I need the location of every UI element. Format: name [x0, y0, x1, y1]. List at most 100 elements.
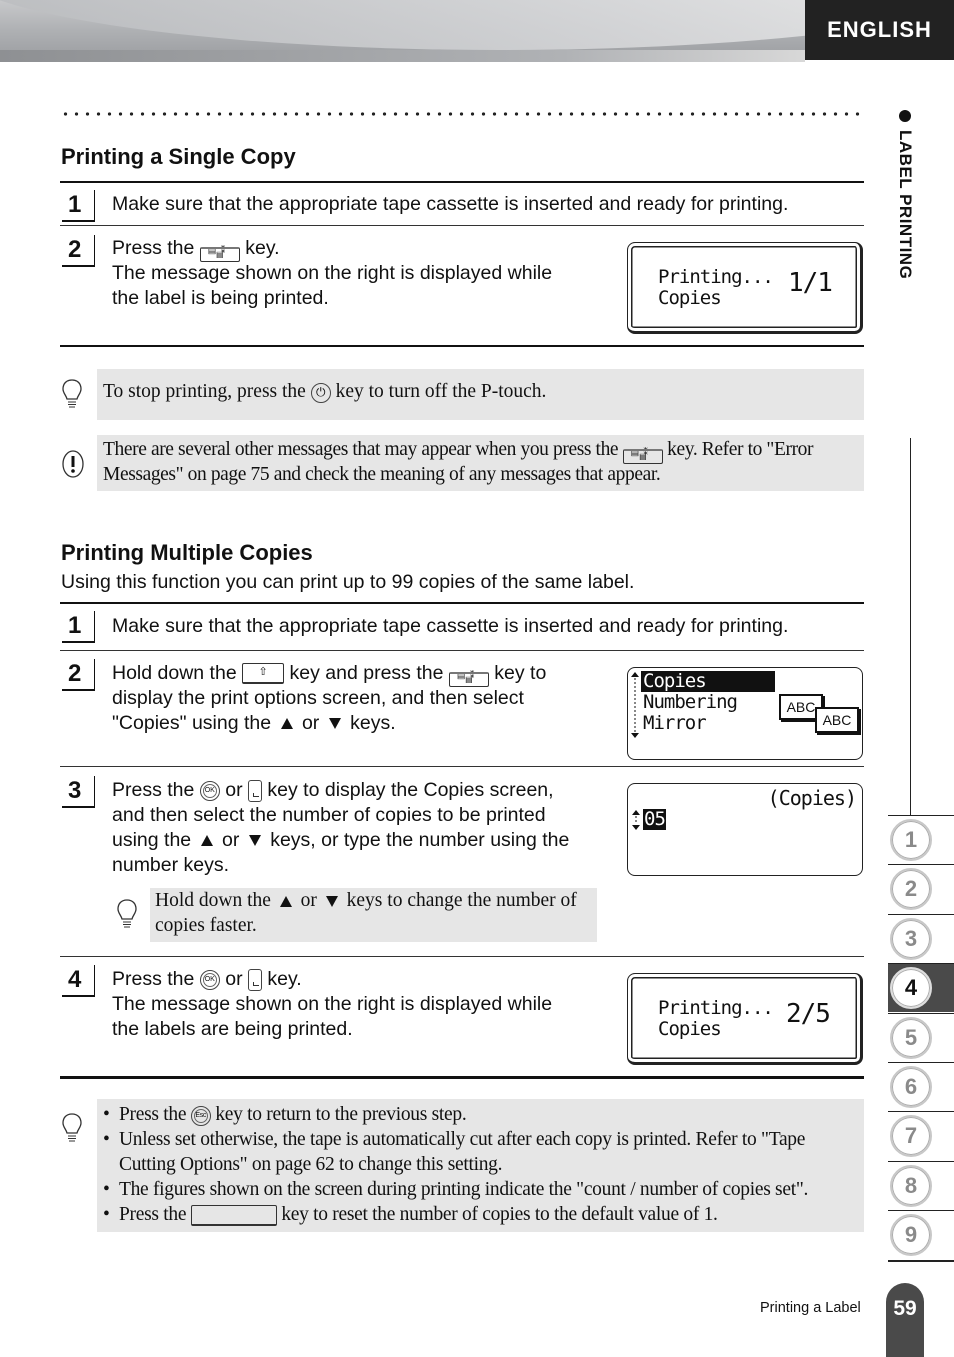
- text: copies faster.: [155, 915, 257, 936]
- divider: [60, 345, 864, 347]
- text: key and press the: [289, 662, 444, 684]
- divider: [60, 956, 864, 957]
- text: or: [225, 779, 243, 801]
- tip-note: Hold down the or keys to change the numb…: [150, 888, 597, 942]
- scroll-indicator-icon: [631, 672, 639, 738]
- section-title-multiple: Printing Multiple Copies: [61, 540, 313, 565]
- chapter-tab-1[interactable]: 1: [888, 815, 954, 864]
- copies-value: 05: [643, 808, 666, 830]
- text: The message shown on the right is displa…: [112, 993, 553, 1015]
- space-key-icon: [190, 1205, 277, 1227]
- lcd-copies-screen: (Copies) 05: [627, 783, 863, 876]
- shift-key-icon: ⇧: [242, 663, 285, 685]
- chapter-number: 2: [890, 868, 932, 911]
- list-item: Unless set otherwise, the tape is automa…: [99, 1127, 862, 1177]
- text: and then select the number of copies to …: [112, 804, 546, 826]
- text: key to turn off the P-touch.: [335, 381, 547, 402]
- step-number: 2: [62, 235, 95, 267]
- step-text-block: Press the OK or key. The message shown o…: [112, 967, 612, 1042]
- text: The message shown on the right is displa…: [112, 262, 553, 284]
- header-banner: [0, 0, 805, 62]
- chapter-tab-4[interactable]: 4: [888, 963, 954, 1013]
- section-side-label: LABEL PRINTING: [893, 110, 917, 310]
- option-item: Copies: [641, 671, 775, 692]
- lcd-print-options: Copies Numbering Mirror ABC ABC: [627, 667, 863, 760]
- lcd-line1: Printing...: [658, 266, 774, 288]
- chapter-tab-8[interactable]: 8: [888, 1160, 954, 1210]
- chapter-number: 7: [890, 1115, 932, 1158]
- lightbulb-icon: [62, 379, 82, 408]
- language-tab: ENGLISH: [805, 0, 954, 60]
- text: or: [300, 890, 317, 911]
- down-arrow-icon: [325, 896, 338, 908]
- text: "Copies" using the: [112, 712, 272, 734]
- up-arrow-icon: [280, 718, 293, 730]
- text: key to: [494, 662, 547, 684]
- chapter-tab-7[interactable]: 7: [888, 1111, 954, 1160]
- option-item: Mirror: [643, 712, 707, 734]
- divider: [60, 650, 864, 651]
- step-text-block: Press the OK or key to display the Copie…: [112, 778, 622, 878]
- down-arrow-icon: [328, 718, 341, 730]
- chapter-number: 4: [890, 967, 932, 1010]
- list-item: The figures shown on the screen during p…: [99, 1177, 862, 1202]
- lcd-line2: Copies: [658, 287, 722, 309]
- section-intro: Using this function you can print up to …: [61, 571, 635, 593]
- text: the labels are being printed.: [112, 1018, 353, 1040]
- chapter-tab-9[interactable]: 9: [888, 1210, 954, 1259]
- chapter-tab-5[interactable]: 5: [888, 1012, 954, 1062]
- text: using the: [112, 829, 192, 851]
- text: or: [225, 968, 243, 990]
- step-text: Make sure that the appropriate tape cass…: [112, 615, 789, 637]
- down-arrow-icon: [248, 835, 261, 847]
- text: number keys.: [112, 854, 230, 876]
- chapter-number: 6: [890, 1066, 932, 1108]
- text: the label is being printed.: [112, 287, 329, 309]
- lcd-count: 1/1: [788, 268, 833, 298]
- chapter-tab-2[interactable]: 2: [888, 864, 954, 913]
- text: display the print options screen, and th…: [112, 687, 524, 709]
- text: There are several other messages that ma…: [103, 439, 619, 460]
- mirror-preview-label: ABC: [815, 707, 859, 733]
- print-key-icon: ▤ ⁑ ▤: [622, 440, 663, 464]
- bullet-icon: [899, 110, 911, 122]
- divider: [60, 225, 864, 226]
- esc-key-icon: Esc: [190, 1105, 211, 1126]
- divider: [60, 181, 864, 183]
- lcd-printing-screen: Printing... Copies 1/1: [627, 242, 863, 334]
- list-item: Press the Esc key to return to the previ…: [99, 1102, 862, 1127]
- enter-key-icon: [247, 779, 262, 802]
- lightbulb-icon: [117, 899, 137, 928]
- text: Hold down the: [155, 890, 271, 911]
- updown-indicator-icon: [632, 810, 640, 830]
- text: key.: [267, 968, 302, 990]
- lcd-line2: Copies: [658, 1018, 722, 1040]
- ok-key-icon: OK: [199, 969, 220, 990]
- text: or: [222, 829, 240, 851]
- lcd-title: (Copies): [767, 786, 857, 810]
- text: Hold down the: [112, 662, 237, 684]
- divider: [60, 766, 864, 767]
- chapter-number: 8: [890, 1164, 932, 1207]
- options-list: Copies Numbering Mirror: [641, 671, 775, 734]
- tips-list: Press the Esc key to return to the previ…: [99, 1102, 862, 1227]
- lcd-line1: Printing...: [658, 997, 774, 1019]
- page-number: 59: [886, 1283, 924, 1357]
- step-text-block: Hold down the ⇧ key and press the ▤ ⁑ ▤ k…: [112, 661, 612, 736]
- chapter-tab-3[interactable]: 3: [888, 913, 954, 963]
- step-number: 1: [62, 611, 95, 643]
- chapter-number: 5: [890, 1016, 932, 1059]
- divider: [888, 1260, 954, 1262]
- print-key-icon: ▤ ⁑ ▤: [448, 663, 489, 687]
- step-number: 3: [62, 776, 95, 808]
- text: Press the: [112, 779, 195, 801]
- text: key. Refer to "Error: [667, 439, 814, 460]
- step-text: Make sure that the appropriate tape cass…: [112, 193, 789, 215]
- step-number: 1: [62, 190, 95, 222]
- text: or: [301, 712, 320, 734]
- tip-note: To stop printing, press the ⏻ key to tur…: [97, 369, 864, 420]
- section-title-single: Printing a Single Copy: [61, 144, 296, 169]
- chapter-tab-6[interactable]: 6: [888, 1062, 954, 1111]
- text: Press the: [112, 968, 195, 990]
- step-number: 4: [62, 965, 95, 997]
